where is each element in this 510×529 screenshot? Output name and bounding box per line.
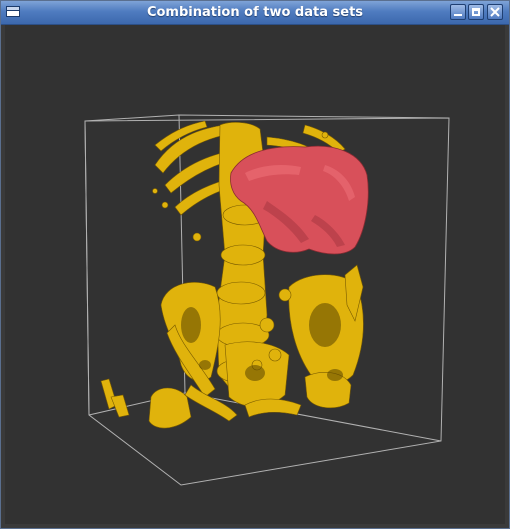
close-icon <box>490 7 500 17</box>
maximize-button[interactable] <box>468 4 484 20</box>
title-bar[interactable]: Combination of two data sets <box>1 1 509 25</box>
minimize-button[interactable] <box>450 4 466 20</box>
window-menu-icon[interactable] <box>6 6 20 17</box>
volume-rendering <box>84 114 450 486</box>
window-title: Combination of two data sets <box>146 5 364 20</box>
render-viewport[interactable] <box>5 25 505 524</box>
close-button[interactable] <box>487 4 503 20</box>
application-window: Combination of two data sets <box>0 0 510 529</box>
